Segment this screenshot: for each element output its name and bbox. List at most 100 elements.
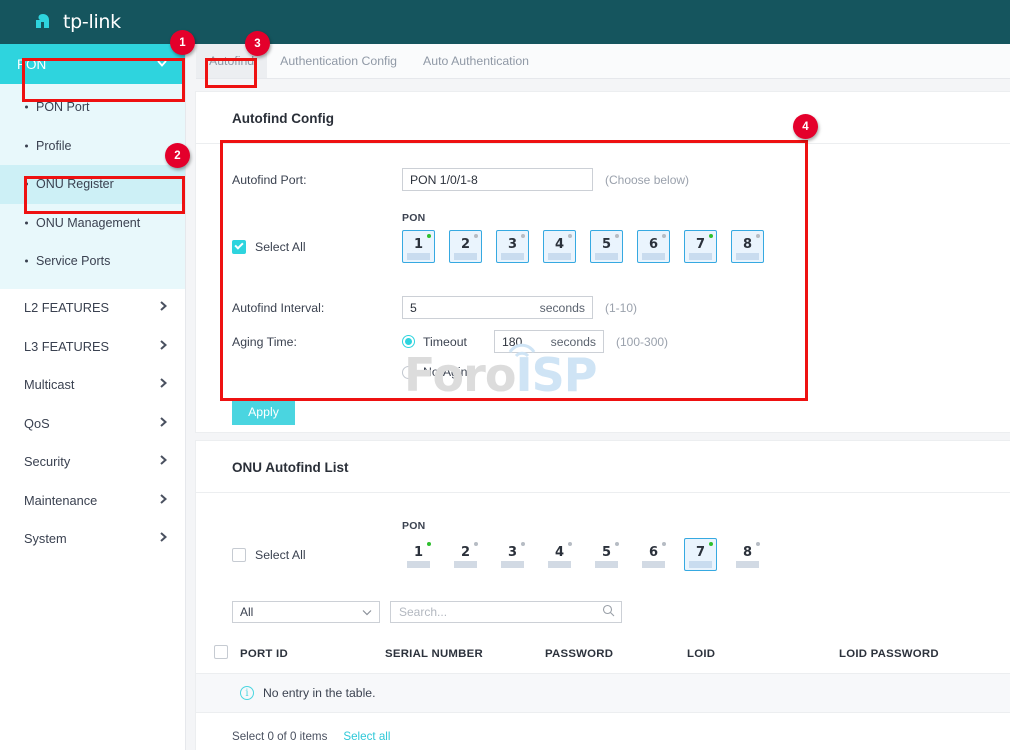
select-all-rows-cell — [196, 634, 240, 674]
autofind-config-card: Autofind Config Autofind Port: PON 1/0/1… — [196, 92, 1010, 432]
aging-time-row: Aging Time: Timeout 180 seconds (100-300… — [232, 330, 1010, 353]
config-select-all-checkbox[interactable] — [232, 240, 246, 254]
port-led-icon — [662, 234, 666, 238]
sidebar-group-label: System — [24, 531, 67, 546]
port-slot-icon — [454, 561, 477, 568]
chevron-right-icon — [159, 454, 168, 469]
aging-time-label: Aging Time: — [232, 335, 402, 349]
port-slot-icon — [736, 253, 759, 260]
port-number: 1 — [414, 237, 423, 252]
port-slot-icon — [548, 561, 571, 568]
column-port-id[interactable]: PORT ID — [240, 634, 385, 674]
sidebar-item-profile[interactable]: Profile — [0, 127, 185, 166]
autofind-port-input[interactable]: PON 1/0/1-8 — [402, 168, 593, 191]
sidebar-item-service-ports[interactable]: Service Ports — [0, 242, 185, 281]
port-slot-icon — [501, 561, 524, 568]
autofind-interval-input[interactable]: 5 seconds — [402, 296, 593, 319]
port-led-icon — [474, 234, 478, 238]
port-led-icon — [756, 542, 760, 546]
list-pon-port-6[interactable]: 6 — [637, 538, 670, 571]
table-footer: Select 0 of 0 items Select all — [232, 730, 1010, 743]
chevron-right-icon — [159, 531, 168, 546]
sidebar-group-multicast[interactable]: Multicast — [0, 366, 185, 405]
list-pon-port-2[interactable]: 2 — [449, 538, 482, 571]
column-password[interactable]: PASSWORD — [545, 634, 687, 674]
config-pon-port-4[interactable]: 4 — [543, 230, 576, 263]
table-empty-row: i No entry in the table. — [196, 674, 1010, 713]
port-slot-icon — [642, 253, 665, 260]
sidebar-item-label: ONU Register — [36, 177, 114, 191]
column-loid[interactable]: LOID — [687, 634, 839, 674]
list-select-all-checkbox[interactable] — [232, 548, 246, 562]
list-search-input[interactable]: Search... — [390, 601, 622, 623]
autofind-port-value: PON 1/0/1-8 — [410, 173, 478, 187]
table-header-row: PORT ID SERIAL NUMBER PASSWORD LOID LOID… — [196, 634, 1010, 674]
port-number: 2 — [461, 237, 470, 252]
autofind-interval-label: Autofind Interval: — [232, 301, 402, 315]
tab-authentication-config[interactable]: Authentication Config — [267, 44, 410, 78]
aging-timeout-option[interactable]: Timeout — [402, 335, 494, 349]
autofind-interval-hint: (1-10) — [605, 301, 637, 315]
config-pon-port-2[interactable]: 2 — [449, 230, 482, 263]
search-icon[interactable] — [602, 604, 615, 620]
sidebar-group-security[interactable]: Security — [0, 443, 185, 482]
config-pon-port-3[interactable]: 3 — [496, 230, 529, 263]
annotation-badge-2: 2 — [165, 143, 190, 168]
port-slot-icon — [736, 561, 759, 568]
brand-name: tp-link — [63, 11, 121, 33]
config-pon-port-8[interactable]: 8 — [731, 230, 764, 263]
list-pon-port-5[interactable]: 5 — [590, 538, 623, 571]
apply-button[interactable]: Apply — [232, 399, 295, 425]
port-led-icon — [474, 542, 478, 546]
list-pon-port-3[interactable]: 3 — [496, 538, 529, 571]
config-pon-port-6[interactable]: 6 — [637, 230, 670, 263]
config-pon-port-5[interactable]: 5 — [590, 230, 623, 263]
list-pon-port-4[interactable]: 4 — [543, 538, 576, 571]
table-empty-text: No entry in the table. — [263, 686, 375, 700]
list-pon-port-1[interactable]: 1 — [402, 538, 435, 571]
brand-logo[interactable]: tp-link — [32, 9, 121, 35]
sidebar-item-label: ONU Management — [36, 216, 140, 230]
port-led-icon — [427, 542, 431, 546]
onu-autofind-list-title: ONU Autofind List — [196, 441, 1010, 493]
port-number: 4 — [555, 545, 564, 560]
sidebar-group-qos[interactable]: QoS — [0, 404, 185, 443]
list-port-selector-row: Select All 1 2 3 — [232, 538, 1010, 571]
list-pon-port-7[interactable]: 7 — [684, 538, 717, 571]
column-loid-password[interactable]: LOID PASSWORD — [839, 634, 1010, 674]
sidebar-item-pon-port[interactable]: PON Port — [0, 88, 185, 127]
list-select-all[interactable]: Select All — [232, 548, 402, 562]
sidebar-group-l3-features[interactable]: L3 FEATURES — [0, 327, 185, 366]
list-filter-value: All — [240, 605, 253, 619]
autofind-port-label: Autofind Port: — [232, 173, 402, 187]
sidebar-group-maintenance[interactable]: Maintenance — [0, 481, 185, 520]
bullet-icon — [25, 106, 28, 109]
sidebar-group-label: L3 FEATURES — [24, 339, 109, 354]
port-led-icon — [756, 234, 760, 238]
port-slot-icon — [595, 561, 618, 568]
sidebar-group-l2-features[interactable]: L2 FEATURES — [0, 289, 185, 328]
onu-autofind-list-card: ONU Autofind List PON Select All 1 2 — [196, 441, 1010, 750]
config-pon-port-7[interactable]: 7 — [684, 230, 717, 263]
list-pon-port-8[interactable]: 8 — [731, 538, 764, 571]
sidebar-item-onu-register[interactable]: ONU Register — [0, 165, 185, 204]
info-circle-icon: i — [240, 686, 254, 700]
tab-auto-authentication[interactable]: Auto Authentication — [410, 44, 542, 78]
table-select-all-link[interactable]: Select all — [343, 730, 390, 743]
list-pon-ports: 1 2 3 4 — [402, 538, 764, 571]
column-serial-number[interactable]: SERIAL NUMBER — [385, 634, 545, 674]
chevron-right-icon — [159, 493, 168, 508]
chevron-right-icon — [159, 339, 168, 354]
config-select-all[interactable]: Select All — [232, 240, 402, 254]
table-select-all-checkbox[interactable] — [214, 645, 228, 659]
autofind-interval-row: Autofind Interval: 5 seconds (1-10) — [232, 296, 1010, 319]
port-number: 5 — [602, 237, 611, 252]
sidebar-item-onu-management[interactable]: ONU Management — [0, 204, 185, 243]
config-pon-port-1[interactable]: 1 — [402, 230, 435, 263]
list-filter-select[interactable]: All — [232, 601, 380, 623]
sidebar-group-system[interactable]: System — [0, 520, 185, 559]
port-led-icon — [615, 234, 619, 238]
sidebar-group-pon[interactable]: PON — [0, 44, 185, 84]
list-toolbar: All Search... — [232, 601, 1010, 623]
timeout-radio[interactable] — [402, 335, 415, 348]
